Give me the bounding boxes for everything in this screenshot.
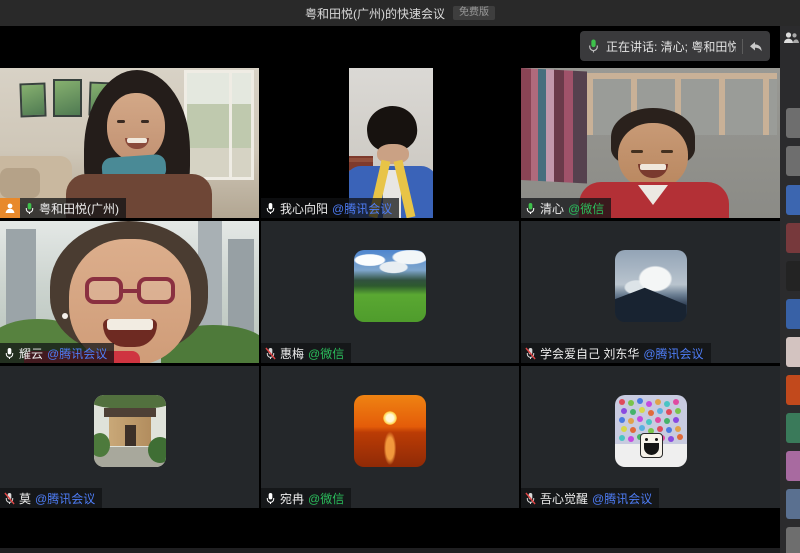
- video-tile-active-speaker[interactable]: 清心 @微信: [521, 68, 780, 218]
- participant-name: 清心: [540, 200, 564, 217]
- bottom-edge: [0, 548, 780, 553]
- platform-tag: @微信: [308, 345, 344, 362]
- participant-name: 惠梅: [280, 345, 304, 362]
- cabin-avatar: [94, 395, 166, 467]
- cartoon-crowd-avatar: [615, 395, 687, 467]
- participant-label: 惠梅 @微信: [261, 343, 351, 363]
- mountain-cloud-avatar: [615, 250, 687, 322]
- divider: [742, 39, 743, 54]
- participant-label: 学会爱自己 刘东华 @腾讯会议: [521, 343, 711, 363]
- room-live-video: [0, 68, 259, 218]
- meadow-avatar: [354, 250, 426, 322]
- participant-name: 耀云: [19, 345, 43, 362]
- reply-arrow-icon[interactable]: [749, 40, 763, 53]
- participant-name: 我心向阳: [280, 200, 328, 217]
- filmstrip-thumb[interactable]: [786, 451, 800, 481]
- video-tile[interactable]: 耀云 @腾讯会议: [0, 221, 259, 363]
- participant-label: 清心 @微信: [521, 198, 611, 218]
- platform-tag: @腾讯会议: [35, 490, 95, 507]
- participant-label: 宛冉 @微信: [261, 488, 351, 508]
- filmstrip-thumb[interactable]: [786, 261, 800, 291]
- filmstrip-thumb[interactable]: [786, 413, 800, 443]
- video-tile[interactable]: 吾心觉醒 @腾讯会议: [521, 366, 780, 508]
- video-tile[interactable]: 我心向阳 @腾讯会议: [261, 68, 519, 218]
- closeup-live-video: [0, 221, 259, 363]
- platform-tag: @腾讯会议: [332, 200, 392, 217]
- participant-label: 粤和田悦(广州): [0, 198, 126, 218]
- mic-speaking-icon: [24, 202, 35, 215]
- filmstrip-thumb[interactable]: [786, 337, 800, 367]
- participant-label: 耀云 @腾讯会议: [0, 343, 114, 363]
- mic-muted-icon: [4, 492, 15, 505]
- filmstrip-thumb[interactable]: [786, 527, 800, 553]
- speaking-indicator: 正在讲话: 清心; 粤和田悦(...: [580, 31, 770, 61]
- platform-tag: @微信: [568, 200, 604, 217]
- video-tile[interactable]: 宛冉 @微信: [261, 366, 519, 508]
- platform-tag: @腾讯会议: [592, 490, 652, 507]
- filmstrip-thumb[interactable]: [786, 223, 800, 253]
- platform-tag: @微信: [308, 490, 344, 507]
- mic-muted-icon: [265, 347, 276, 360]
- host-icon: [0, 198, 20, 218]
- filmstrip-thumb[interactable]: [786, 489, 800, 519]
- filmstrip-thumb[interactable]: [786, 185, 800, 215]
- mic-on-icon: [265, 202, 276, 215]
- video-tile[interactable]: 惠梅 @微信: [261, 221, 519, 363]
- filmstrip-thumb[interactable]: [786, 375, 800, 405]
- video-grid: 粤和田悦(广州) 我心向阳 @腾讯会议: [0, 68, 780, 508]
- mic-on-icon: [4, 347, 15, 360]
- participant-filmstrip[interactable]: [780, 26, 800, 553]
- participant-name: 学会爱自己 刘东华: [540, 345, 639, 362]
- participant-name: 莫: [19, 490, 31, 507]
- participant-label: 莫 @腾讯会议: [0, 488, 102, 508]
- mic-active-icon: [587, 38, 600, 54]
- filmstrip-thumb[interactable]: [786, 299, 800, 329]
- participants-icon[interactable]: [783, 31, 799, 50]
- meeting-window: 粤和田悦(广州)的快速会议 免费版 正在讲话: 清心; 粤和田悦(...: [0, 0, 800, 553]
- participant-name: 吾心觉醒: [540, 490, 588, 507]
- free-version-badge: 免费版: [453, 6, 495, 20]
- sunset-sea-avatar: [354, 395, 426, 467]
- filmstrip-thumb[interactable]: [786, 108, 800, 138]
- title-bar: 粤和田悦(广州)的快速会议 免费版: [0, 0, 800, 26]
- video-tile[interactable]: 莫 @腾讯会议: [0, 366, 259, 508]
- platform-tag: @腾讯会议: [643, 345, 703, 362]
- platform-tag: @腾讯会议: [47, 345, 107, 362]
- mic-muted-icon: [525, 492, 536, 505]
- participant-name: 宛冉: [280, 490, 304, 507]
- mic-muted-icon: [525, 347, 536, 360]
- video-tile[interactable]: 学会爱自己 刘东华 @腾讯会议: [521, 221, 780, 363]
- meeting-title: 粤和田悦(广州)的快速会议: [305, 5, 445, 22]
- video-tile-host[interactable]: 粤和田悦(广州): [0, 68, 259, 218]
- participant-name: 粤和田悦(广州): [39, 200, 119, 217]
- wall-live-video: [521, 68, 780, 218]
- mic-speaking-icon: [525, 202, 536, 215]
- filmstrip-thumb[interactable]: [786, 146, 800, 176]
- mic-on-icon: [265, 492, 276, 505]
- participant-label: 吾心觉醒 @腾讯会议: [521, 488, 659, 508]
- speaking-label: 正在讲话: 清心; 粤和田悦(...: [606, 38, 736, 55]
- participant-label: 我心向阳 @腾讯会议: [261, 198, 399, 218]
- portrait-live-video: [349, 68, 433, 218]
